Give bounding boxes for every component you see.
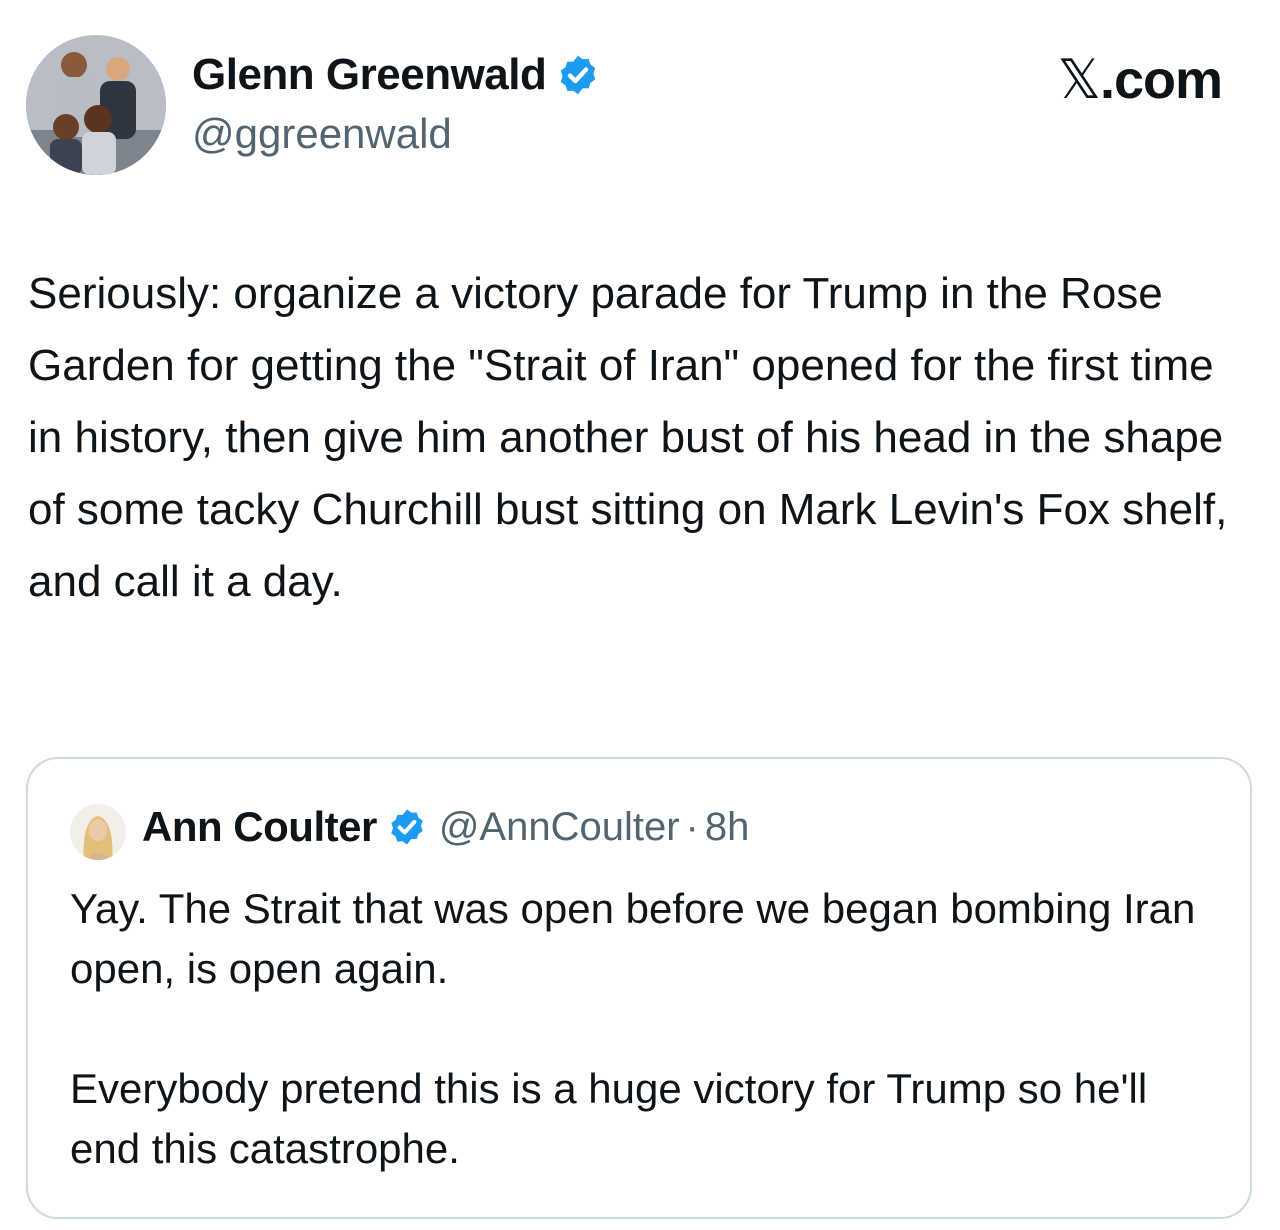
separator-dot: · bbox=[685, 804, 699, 849]
quoted-author-name[interactable]: Ann Coulter bbox=[142, 803, 377, 851]
quoted-author-avatar[interactable] bbox=[70, 804, 126, 860]
quoted-author-handle[interactable]: @AnnCoulter bbox=[439, 805, 680, 850]
author-avatar[interactable] bbox=[26, 35, 166, 175]
avatar-photo bbox=[26, 35, 166, 175]
verified-badge-icon bbox=[556, 53, 600, 97]
author-name[interactable]: Glenn Greenwald bbox=[192, 50, 547, 100]
tweet-text: Seriously: organize a victory parade for… bbox=[28, 269, 1240, 606]
quoted-tweet-text: Yay. The Strait that was open before we … bbox=[70, 885, 1196, 1172]
x-com-brand: 𝕏 .com bbox=[1057, 48, 1223, 111]
author-name-row: Glenn Greenwald bbox=[192, 50, 600, 100]
quoted-tweet-header: Ann Coulter @AnnCoulter · 8h bbox=[142, 803, 749, 851]
verified-badge-icon bbox=[387, 807, 427, 847]
brand-suffix: .com bbox=[1099, 49, 1223, 110]
quoted-tweet-card[interactable]: Ann Coulter @AnnCoulter · 8h Yay. The St… bbox=[26, 757, 1252, 1219]
quoted-tweet-timestamp[interactable]: 8h bbox=[705, 805, 750, 850]
author-handle[interactable]: @ggreenwald bbox=[192, 110, 452, 158]
x-logo-icon: 𝕏 bbox=[1057, 48, 1101, 111]
